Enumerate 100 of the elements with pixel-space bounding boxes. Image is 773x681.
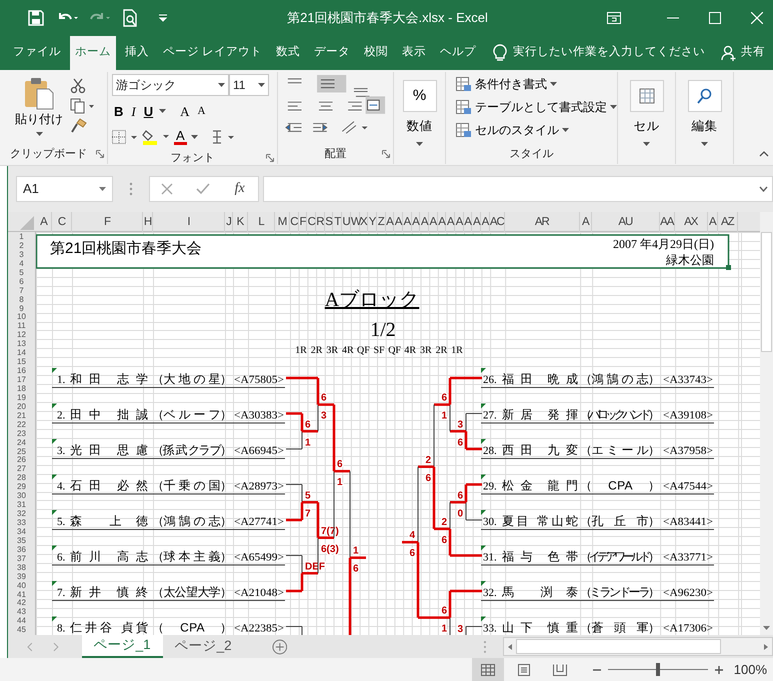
row-header[interactable]: 38 bbox=[8, 562, 35, 572]
zoom-slider-thumb[interactable] bbox=[656, 663, 660, 676]
row-header[interactable]: 40 bbox=[8, 580, 35, 590]
row-header[interactable]: 19 bbox=[8, 392, 35, 402]
check-icon[interactable] bbox=[196, 183, 210, 195]
column-header[interactable]: AX bbox=[674, 212, 708, 232]
zoom-level[interactable]: 100% bbox=[724, 660, 773, 680]
row-header[interactable]: 17 bbox=[8, 375, 35, 384]
sheet-tab[interactable]: ページ_1 bbox=[82, 635, 163, 658]
scissors-icon[interactable] bbox=[70, 78, 86, 94]
row-header[interactable]: 12 bbox=[8, 330, 35, 340]
ribbon-tab[interactable]: ページ レイアウト bbox=[158, 36, 268, 70]
column-header[interactable]: C bbox=[52, 212, 72, 232]
dialog-launcher-icon[interactable] bbox=[96, 150, 104, 158]
underline-button[interactable]: U bbox=[142, 104, 156, 118]
row-header[interactable]: 41 bbox=[8, 590, 35, 598]
row-header[interactable]: 18 bbox=[8, 384, 35, 393]
ribbon-tab[interactable]: 挿入 bbox=[120, 36, 154, 70]
copy-icon[interactable] bbox=[70, 98, 96, 114]
column-header[interactable]: AZ bbox=[718, 212, 738, 232]
ribbon-tab[interactable]: 表示 bbox=[397, 36, 432, 70]
column-header[interactable]: A bbox=[455, 212, 464, 232]
column-header[interactable]: J bbox=[225, 212, 233, 232]
font-size-field[interactable]: 11 bbox=[229, 74, 269, 96]
row-header[interactable]: 10 bbox=[8, 312, 35, 322]
column-header[interactable]: W bbox=[350, 212, 360, 232]
share-button[interactable]: 共有 bbox=[737, 44, 769, 62]
row-header[interactable]: 32 bbox=[8, 509, 35, 518]
column-header[interactable]: A bbox=[580, 212, 592, 232]
paste-button[interactable]: 貼り付け bbox=[12, 74, 66, 144]
column-header[interactable]: C bbox=[290, 212, 299, 232]
zoom-in-icon[interactable] bbox=[714, 664, 724, 674]
column-header[interactable]: A bbox=[481, 212, 490, 232]
style-menu-button[interactable]: 条件付き書式 bbox=[454, 74, 613, 94]
name-box[interactable]: A1 bbox=[16, 176, 113, 202]
column-header[interactable]: L bbox=[248, 212, 275, 232]
column-header[interactable]: A bbox=[708, 212, 718, 232]
row-header[interactable]: 36 bbox=[8, 544, 35, 554]
cells-button[interactable]: セル bbox=[630, 80, 664, 162]
ribbon-tab[interactable]: 数式 bbox=[271, 36, 306, 70]
row-header[interactable]: 24 bbox=[8, 438, 35, 446]
row-header[interactable]: 34 bbox=[8, 526, 35, 536]
decrease-font-button[interactable]: A bbox=[196, 104, 208, 118]
formula-field[interactable] bbox=[263, 176, 773, 202]
number-format-button[interactable]: % 数値 bbox=[402, 80, 436, 162]
column-header[interactable]: A bbox=[429, 212, 438, 232]
row-header[interactable]: 8 bbox=[8, 294, 35, 304]
row-header[interactable]: 2 bbox=[8, 240, 35, 250]
column-header[interactable]: A bbox=[386, 212, 394, 232]
row-header[interactable]: 35 bbox=[8, 536, 35, 545]
sheet-tab[interactable]: ページ_2 bbox=[162, 635, 244, 658]
column-header[interactable]: AA bbox=[660, 212, 675, 232]
row-header[interactable]: 4 bbox=[8, 258, 35, 268]
ribbon-display-icon[interactable] bbox=[607, 12, 621, 24]
style-menu-button[interactable]: セルのスタイル bbox=[454, 120, 613, 140]
horizontal-scrollbar[interactable] bbox=[503, 637, 773, 656]
row-header[interactable]: 31 bbox=[8, 500, 35, 510]
row-header[interactable]: 7 bbox=[8, 286, 35, 295]
row-header[interactable]: 21 bbox=[8, 410, 35, 420]
row-header[interactable]: 29 bbox=[8, 482, 35, 492]
row-header[interactable]: 27 bbox=[8, 464, 35, 474]
column-header[interactable]: Y bbox=[368, 212, 377, 232]
column-header[interactable]: K bbox=[233, 212, 248, 232]
column-header[interactable]: H bbox=[143, 212, 153, 232]
column-header[interactable]: A bbox=[446, 212, 456, 232]
column-header[interactable]: T bbox=[333, 212, 342, 232]
column-header[interactable]: A bbox=[36, 212, 52, 232]
fill-handle[interactable] bbox=[726, 265, 731, 270]
column-header[interactable]: M bbox=[275, 212, 290, 232]
drag-handle-icon[interactable] bbox=[129, 182, 133, 196]
row-header[interactable]: 6 bbox=[8, 276, 35, 286]
column-header[interactable]: R bbox=[316, 212, 325, 232]
ribbon-tab[interactable]: ホーム bbox=[70, 36, 116, 70]
column-header[interactable]: Z bbox=[376, 212, 386, 232]
row-header[interactable]: 37 bbox=[8, 554, 35, 563]
ribbon-tab[interactable]: 校閲 bbox=[359, 36, 394, 70]
column-header[interactable]: C bbox=[307, 212, 316, 232]
close-icon[interactable] bbox=[751, 12, 763, 24]
editing-button[interactable]: 編集 bbox=[688, 80, 722, 162]
ribbon-tab[interactable]: ファイル bbox=[8, 36, 66, 70]
ribbon-tab[interactable]: データ bbox=[309, 36, 356, 70]
bold-button[interactable]: B bbox=[112, 104, 126, 118]
expand-icon[interactable] bbox=[759, 186, 768, 192]
caret-icon[interactable] bbox=[159, 108, 166, 114]
row-header[interactable]: 43 bbox=[8, 607, 35, 616]
ribbon-tab[interactable]: ヘルプ bbox=[435, 36, 482, 70]
column-header[interactable]: AU bbox=[592, 212, 660, 232]
row-header[interactable]: 23 bbox=[8, 428, 35, 438]
column-header[interactable]: A bbox=[412, 212, 420, 232]
row-header[interactable]: 3 bbox=[8, 250, 35, 259]
font-color-button[interactable]: A bbox=[174, 129, 187, 145]
dialog-launcher-icon[interactable] bbox=[266, 154, 274, 162]
row-header[interactable]: 9 bbox=[8, 304, 35, 312]
increase-font-button[interactable]: A bbox=[178, 104, 192, 118]
scrollbar-thumb[interactable] bbox=[761, 232, 772, 352]
column-header[interactable]: A bbox=[464, 212, 472, 232]
column-header[interactable]: AC bbox=[490, 212, 505, 232]
row-header[interactable]: 39 bbox=[8, 572, 35, 581]
format-painter-icon[interactable] bbox=[70, 118, 88, 134]
row-header[interactable]: 15 bbox=[8, 357, 35, 366]
